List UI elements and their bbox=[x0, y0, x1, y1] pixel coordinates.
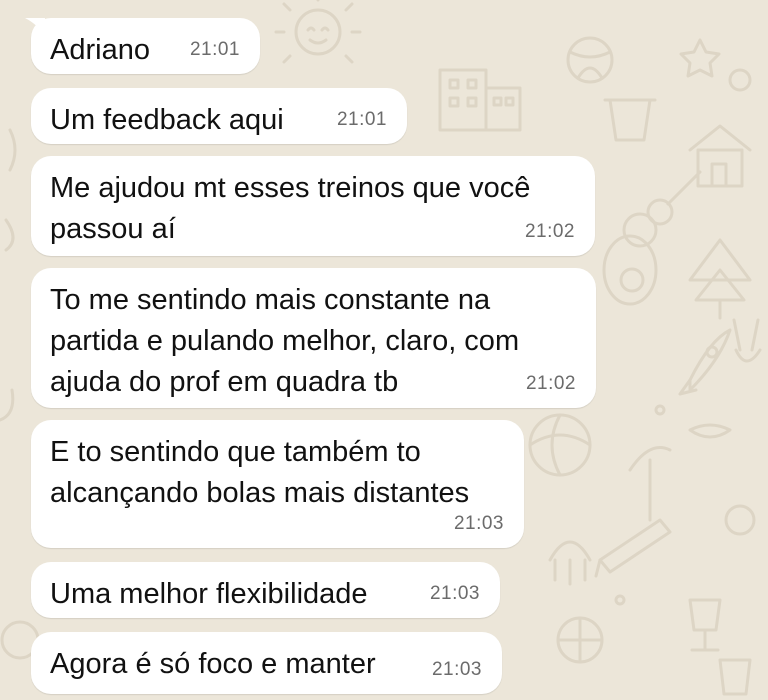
message-bubble[interactable]: Adriano 21:01 bbox=[25, 18, 260, 74]
message-bubble[interactable]: E to sentindo que também to alcançando b… bbox=[31, 420, 524, 548]
message-timestamp: 21:03 bbox=[431, 659, 482, 680]
message-bubble[interactable]: To me sentindo mais constante na partida… bbox=[31, 268, 596, 408]
message-bubble[interactable]: Uma melhor flexibilidade 21:03 bbox=[31, 562, 500, 618]
message-timestamp: 21:03 bbox=[429, 583, 480, 604]
message-timestamp: 21:01 bbox=[189, 39, 240, 60]
bubble-tail-icon bbox=[25, 18, 45, 36]
message-text: To me sentindo mais constante na partida… bbox=[50, 284, 520, 398]
message-text: Uma melhor flexibilidade bbox=[50, 578, 368, 610]
message-timestamp: 21:03 bbox=[453, 513, 504, 534]
message-text: Agora é só foco e manter bbox=[50, 648, 376, 680]
message-text: E to sentindo que também to alcançando b… bbox=[50, 436, 470, 509]
message-bubble[interactable]: Um feedback aqui 21:01 bbox=[31, 88, 407, 144]
chat-thread: Adriano 21:01 Um feedback aqui 21:01 Me … bbox=[0, 0, 768, 700]
message-timestamp: 21:02 bbox=[524, 221, 575, 242]
message-text: Me ajudou mt esses treinos que você pass… bbox=[50, 172, 531, 245]
message-timestamp: 21:01 bbox=[336, 109, 387, 130]
message-bubble[interactable]: Me ajudou mt esses treinos que você pass… bbox=[31, 156, 595, 256]
message-bubble[interactable]: Agora é só foco e manter 21:03 bbox=[31, 632, 502, 694]
message-timestamp: 21:02 bbox=[525, 373, 576, 394]
